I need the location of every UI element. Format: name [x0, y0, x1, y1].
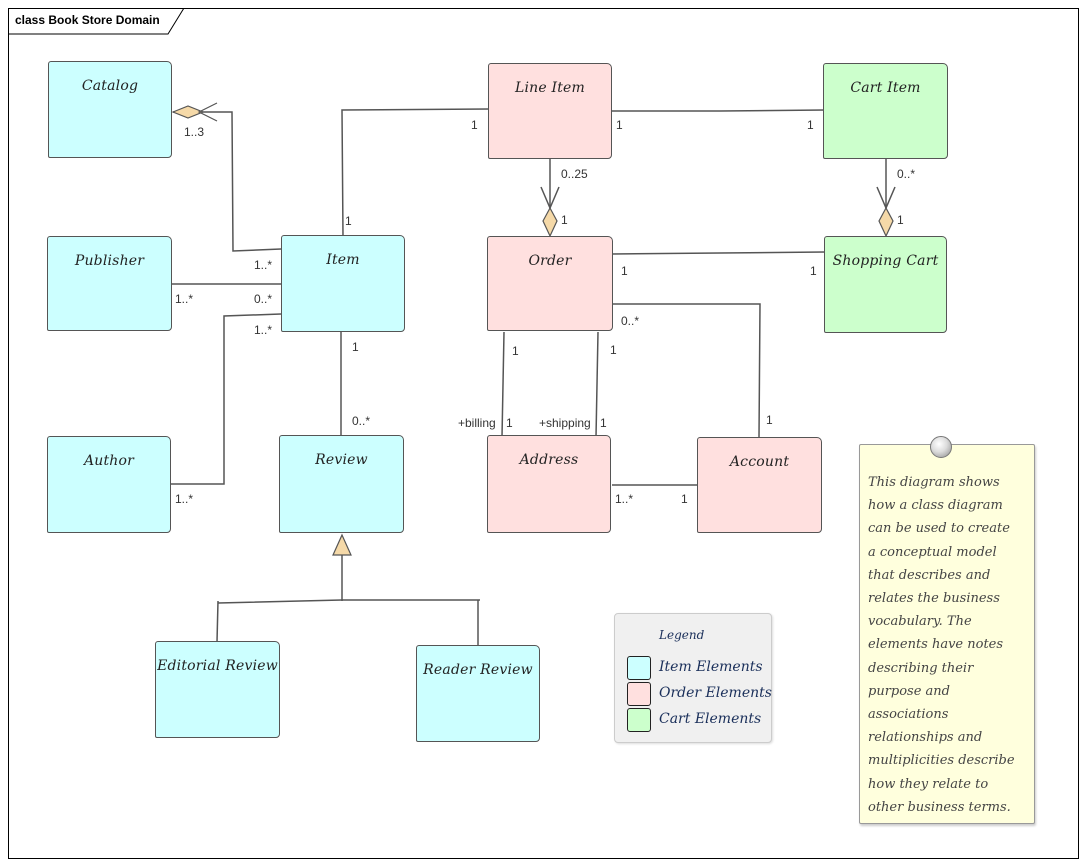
mult-cart-order-end: 1: [810, 264, 817, 278]
class-name: Address: [519, 452, 579, 468]
mult-lineitem-cartitem-end: 1: [616, 118, 623, 132]
mult-order-account-end: 0..*: [621, 314, 640, 328]
legend-title: Legend: [659, 628, 705, 642]
class-name: Reader Review: [423, 662, 533, 678]
class-item[interactable]: Item: [281, 235, 405, 332]
legend-swatch-item: [627, 656, 651, 680]
legend-label: Cart Elements: [659, 711, 762, 727]
mult-lineitem-order-end: 0..25: [561, 167, 588, 181]
mult-order-billing-end: 1: [512, 344, 519, 358]
legend-label: Item Elements: [659, 659, 763, 675]
class-name: Account: [729, 454, 790, 470]
class-publisher[interactable]: Publisher: [47, 236, 172, 331]
mult-catalog-end: 1..3: [184, 125, 205, 139]
pushpin-icon: [930, 436, 952, 458]
legend-label: Order Elements: [659, 685, 772, 701]
class-name: Review: [315, 452, 368, 468]
legend-swatch-order: [627, 682, 651, 706]
generalization-triangle: [332, 533, 352, 556]
connector-lineitem-cartitem: [611, 109, 826, 112]
class-catalog[interactable]: Catalog: [48, 61, 172, 158]
mult-author-end: 1..*: [175, 492, 194, 506]
class-address[interactable]: Address: [487, 435, 611, 533]
note[interactable]: This diagram shows how a class diagram c…: [859, 444, 1035, 824]
mult-item-author-end: 1..*: [254, 323, 273, 337]
class-author[interactable]: Author: [47, 436, 171, 533]
mult-order-lineitem-end: 1: [561, 213, 568, 227]
aggregation-diamond-order: [542, 206, 558, 238]
class-name: Line Item: [514, 80, 586, 96]
legend-swatch-cart: [627, 708, 651, 732]
connector-author-item: [170, 313, 282, 485]
class-cart-item[interactable]: Cart Item: [823, 63, 948, 159]
class-reader-review[interactable]: Reader Review: [416, 645, 540, 742]
mult-address-account-end: 1..*: [615, 492, 634, 506]
legend: Legend Item Elements Order Elements Cart…: [614, 613, 772, 743]
class-account[interactable]: Account: [697, 437, 822, 533]
connector-generalization-editorial: [216, 600, 219, 643]
class-name: Editorial Review: [157, 658, 278, 674]
mult-cartitem-lineitem-end: 1: [807, 118, 814, 132]
role-billing: +billing: [458, 416, 496, 430]
class-line-item[interactable]: Line Item: [488, 63, 612, 159]
mult-order-shipping-end: 1: [610, 343, 617, 357]
class-shopping-cart[interactable]: Shopping Cart: [824, 236, 947, 333]
mult-address-shipping-end: 1: [600, 416, 607, 430]
mult-account-order-end: 1: [766, 413, 773, 427]
mult-account-address-end: 1: [681, 492, 688, 506]
connector-item-lineitem: [341, 108, 490, 238]
class-review[interactable]: Review: [279, 435, 404, 533]
connector-order-address-billing: [501, 331, 505, 438]
mult-cart-cartitem-end: 1: [897, 213, 904, 227]
mult-lineitem-item-end: 1: [471, 118, 478, 132]
mult-item-review-end: 1: [352, 340, 359, 354]
mult-order-cart-end: 1: [621, 264, 628, 278]
class-name: Publisher: [74, 253, 145, 269]
class-name: Cart Item: [850, 80, 921, 96]
mult-item-lineitem-end: 1: [345, 214, 352, 228]
class-editorial-review[interactable]: Editorial Review: [155, 641, 280, 738]
mult-address-billing-end: 1: [506, 416, 513, 430]
connector-generalization-bar: [217, 599, 480, 604]
mult-review-end: 0..*: [352, 414, 371, 428]
class-name: Author: [83, 453, 135, 469]
class-name: Item: [326, 252, 360, 268]
aggregation-diamond-cart: [878, 206, 894, 238]
mult-item-publisher-end: 0..*: [254, 292, 273, 306]
class-order[interactable]: Order: [487, 236, 613, 331]
connector-order-address-shipping: [595, 331, 599, 438]
role-shipping: +shipping: [539, 416, 591, 430]
mult-item-catalog-end: 1..*: [254, 258, 273, 272]
connector-order-cart: [611, 251, 826, 255]
class-name: Shopping Cart: [832, 253, 939, 269]
mult-publisher-end: 1..*: [175, 292, 194, 306]
note-text: This diagram shows how a class diagram c…: [868, 475, 1015, 815]
class-name: Order: [528, 253, 572, 269]
class-name: Catalog: [81, 78, 139, 94]
mult-cartitem-cart-end: 0..*: [897, 167, 916, 181]
